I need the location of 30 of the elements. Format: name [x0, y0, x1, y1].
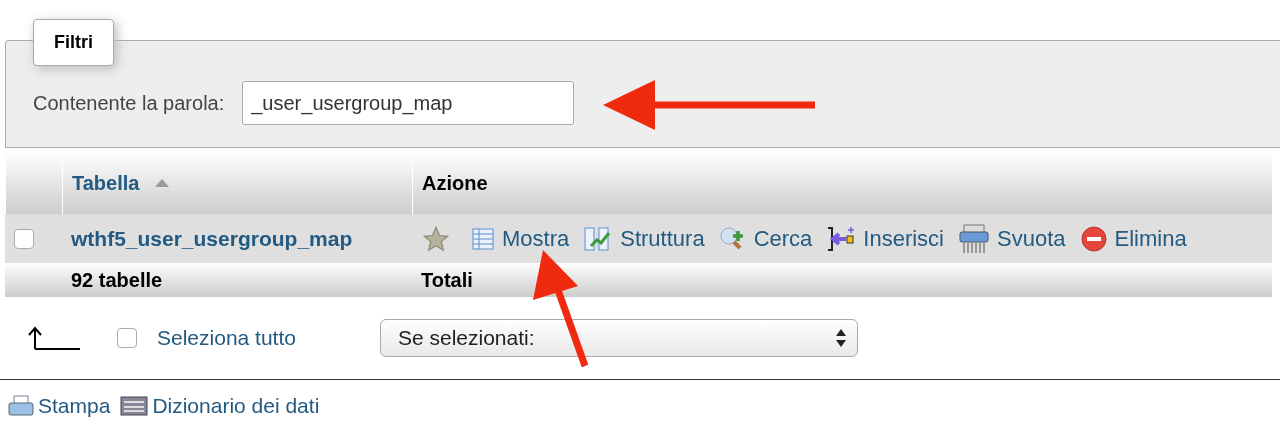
footer-link[interactable]: Dizionario dei dati — [120, 394, 320, 418]
filter-input[interactable]: _user_usergroup_map — [242, 81, 575, 125]
insert-icon — [826, 224, 857, 253]
footer-cell — [5, 263, 62, 297]
minus-circle-icon — [1079, 224, 1108, 253]
footer-link[interactable]: Stampa — [8, 394, 111, 418]
row-checkbox[interactable] — [14, 228, 34, 249]
keyboard-icon — [120, 395, 149, 417]
filter-label: Contenente la parola: — [33, 91, 225, 115]
column-header[interactable]: Tabella — [72, 171, 140, 195]
table-icon — [471, 226, 495, 251]
filter-legend: Filtri — [33, 19, 114, 66]
sort-ascending-icon — [155, 179, 170, 187]
bulk-action-select[interactable]: Se selezionati: — [379, 319, 858, 357]
action-link[interactable]: Cerca — [718, 225, 813, 252]
action-link[interactable]: Svuota — [958, 223, 1066, 254]
printer-icon — [8, 395, 34, 417]
table-name-link[interactable]: wthf5_user_usergroup_map — [71, 226, 353, 251]
action-link[interactable]: Struttura — [583, 225, 705, 252]
action-link[interactable]: Mostra — [471, 225, 570, 252]
shredder-icon — [958, 223, 990, 254]
corner-arrow-icon — [25, 325, 81, 351]
updown-caret-icon — [834, 328, 847, 348]
column-header: Azione — [422, 171, 488, 195]
action-link[interactable]: Inserisci — [826, 224, 944, 253]
table-count: 92 tabelle — [71, 268, 163, 292]
select-all-checkbox[interactable]: Seleziona tutto — [117, 326, 296, 350]
star-icon[interactable] — [421, 224, 451, 253]
action-link[interactable]: Elimina — [1079, 224, 1187, 253]
totals-label: Totali — [421, 268, 473, 292]
